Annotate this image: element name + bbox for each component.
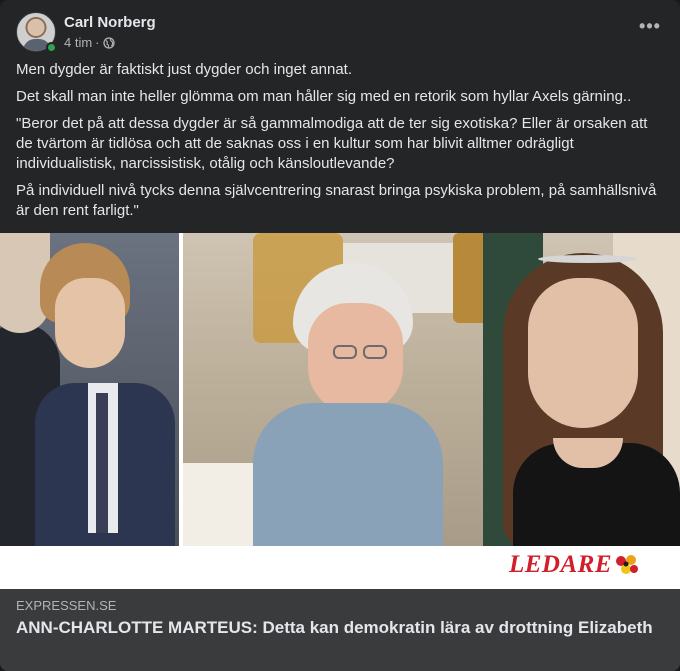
post-header: Carl Norberg 4 tim · ••• bbox=[16, 12, 664, 56]
post-meta: 4 tim · bbox=[64, 35, 115, 50]
feed-post: Carl Norberg 4 tim · ••• Men dygder är f… bbox=[0, 0, 680, 671]
post-text: Men dygder är faktiskt just dygder och i… bbox=[16, 60, 666, 228]
photo-left bbox=[0, 233, 179, 546]
link-preview-image[interactable]: LEDARE bbox=[0, 233, 680, 589]
online-status-dot bbox=[46, 42, 57, 53]
globe-icon bbox=[102, 36, 115, 49]
flower-logo-icon bbox=[616, 555, 638, 574]
ledare-label: LEDARE bbox=[508, 551, 612, 578]
post-paragraph: På individuell nivå tycks denna självcen… bbox=[16, 182, 657, 219]
post-paragraph: Men dygder är faktiskt just dygder och i… bbox=[16, 61, 353, 78]
more-options-button[interactable]: ••• bbox=[632, 17, 668, 42]
link-domain: EXPRESSEN.SE bbox=[16, 598, 117, 613]
post-paragraph: "Beror det på att dessa dygder är så gam… bbox=[16, 115, 648, 172]
meta-separator: · bbox=[95, 35, 100, 50]
author-name[interactable]: Carl Norberg bbox=[64, 14, 156, 31]
post-paragraph: Det skall man inte heller glömma om man … bbox=[16, 88, 632, 105]
link-title[interactable]: ANN-CHARLOTTE MARTEUS: Detta kan demokra… bbox=[16, 617, 664, 638]
post-time[interactable]: 4 tim bbox=[64, 35, 92, 50]
photo-right bbox=[183, 233, 680, 546]
link-preview-footer[interactable]: EXPRESSEN.SE ANN-CHARLOTTE MARTEUS: Dett… bbox=[0, 589, 680, 671]
